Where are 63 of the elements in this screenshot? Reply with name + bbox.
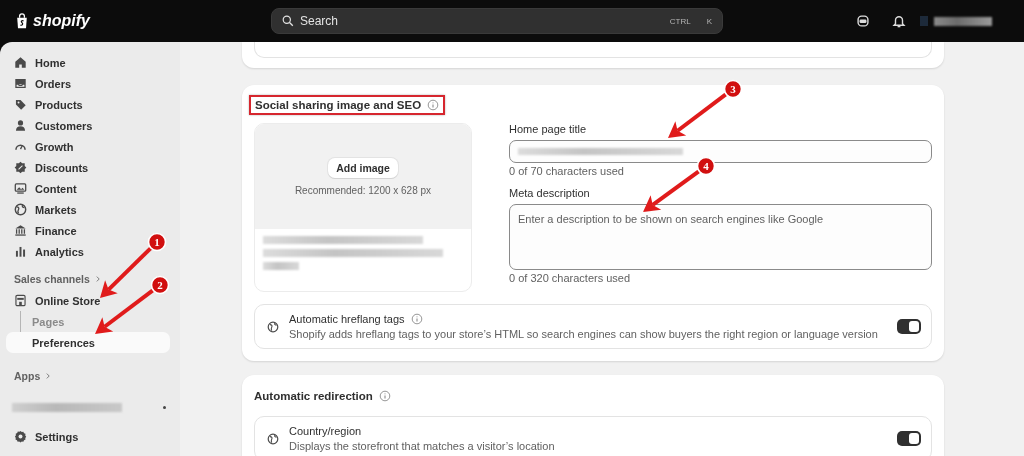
toggle-switch[interactable]: [897, 319, 921, 334]
sidebar-item[interactable]: Markets: [6, 199, 81, 220]
search-icon: [282, 15, 294, 27]
assistant-button[interactable]: [856, 14, 870, 28]
toggle-switch[interactable]: [897, 431, 921, 446]
character-counter: 0 of 320 characters used: [509, 272, 631, 286]
sidebar-item[interactable]: Growth: [6, 136, 78, 157]
field-label: Home page title: [509, 123, 588, 137]
shopping-bag-icon: [14, 12, 30, 30]
sales-channels-link[interactable]: Sales channels: [14, 270, 102, 288]
tag-icon: [14, 98, 27, 111]
bank-icon: [14, 224, 27, 237]
bell-icon: [892, 14, 906, 28]
keyboard-shortcut: CTRL: [669, 16, 691, 26]
globe-icon: [267, 432, 279, 445]
sidebar-item[interactable]: Content: [6, 178, 81, 199]
store-icon: [14, 294, 27, 307]
sidebar-item[interactable]: Customers: [6, 115, 97, 136]
tray-icon: [14, 77, 27, 90]
sidebar-item[interactable]: Discounts: [6, 157, 93, 178]
sidebar-item[interactable]: Finance: [6, 220, 81, 241]
person-icon: [14, 119, 27, 132]
sidebar-item[interactable]: Analytics: [6, 241, 88, 262]
character-counter: 0 of 70 characters used: [509, 165, 624, 179]
input-field[interactable]: [509, 140, 932, 163]
sidebar-item[interactable]: Home: [6, 52, 70, 73]
brand-logo[interactable]: shopify: [33, 12, 90, 30]
settings-icon: [14, 430, 27, 443]
image-size-hint: Recommended: 1200 x 628 px: [294, 184, 432, 196]
sidebar-item[interactable]: Products: [6, 94, 87, 115]
search-field[interactable]: Search CTRL K: [271, 8, 723, 34]
chevron-right-icon: [44, 372, 53, 380]
textarea-field[interactable]: Enter a description to be shown on search engines like Google: [509, 204, 932, 270]
badge-icon: [14, 161, 27, 174]
notifications-button[interactable]: [892, 14, 906, 28]
sidebar-item[interactable]: Settings: [6, 426, 170, 447]
info-icon: [427, 99, 440, 111]
monitor-icon: [14, 182, 27, 195]
sidebar-item[interactable]: Online Store: [6, 290, 105, 311]
home-icon: [14, 56, 27, 69]
setting-title: Country/region: [289, 425, 362, 437]
info-icon: [378, 390, 391, 402]
setting-description: Shopify adds hreflang tags to your store’s HTML so search engines can show buyers the right region or language version: [289, 328, 879, 340]
apps-link[interactable]: Apps: [14, 367, 53, 385]
setting-title: Automatic hreflang tags: [289, 313, 405, 325]
globe-icon: [14, 203, 27, 216]
setting-description: Displays the storefront that matches a visitor’s location: [289, 440, 556, 452]
robot-face-icon: [856, 14, 870, 28]
sidebar-item[interactable]: Orders: [6, 73, 76, 94]
bar-chart-icon: [14, 245, 27, 258]
redacted-store-name: [934, 16, 992, 26]
status-dot: [163, 405, 166, 409]
pointer-arrow: [100, 246, 152, 298]
field-label: Meta description: [509, 187, 591, 201]
pointer-arrow: [643, 169, 700, 212]
section-heading: Automatic redirection: [254, 390, 373, 402]
image-dropzone[interactable]: Add image Recommended: 1200 x 628 px: [254, 123, 472, 292]
keyboard-shortcut: K: [706, 16, 712, 26]
section-heading: Social sharing image and SEO: [255, 99, 422, 111]
sidebar-subitem[interactable]: Preferences: [6, 332, 170, 353]
add-image-button[interactable]: Add image: [328, 157, 398, 178]
pointer-arrow: [668, 92, 727, 138]
globe-icon: [267, 320, 279, 333]
